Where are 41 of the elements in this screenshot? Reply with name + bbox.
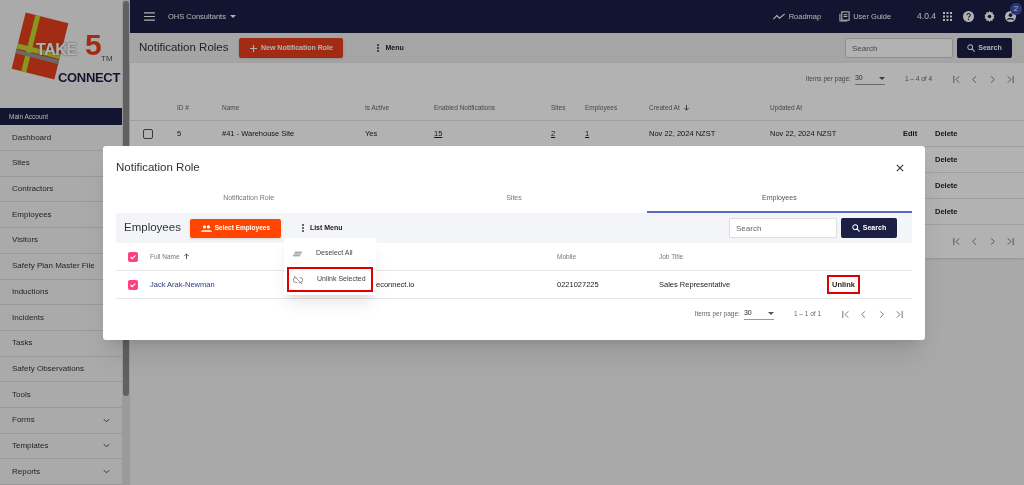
more-vertical-icon (301, 224, 304, 232)
menu-icon[interactable] (144, 12, 155, 21)
logo-numeral: 5 (85, 30, 102, 60)
settings-icon[interactable] (984, 11, 995, 22)
search-field[interactable]: Search (729, 218, 837, 238)
checkbox[interactable] (128, 279, 138, 290)
checkbox[interactable] (128, 251, 138, 262)
section-title: Employees (124, 220, 181, 236)
search-icon (851, 224, 860, 232)
page-title: Notification Roles (139, 40, 229, 56)
plus-icon (250, 44, 257, 52)
next-page-icon[interactable] (988, 236, 997, 246)
checkbox[interactable] (143, 128, 153, 139)
first-page-icon[interactable] (841, 309, 850, 319)
next-page-icon[interactable] (877, 309, 886, 319)
version-label: 4.0.4 (917, 10, 936, 23)
more-vertical-icon (377, 44, 380, 52)
search-icon (967, 44, 976, 52)
last-page-icon[interactable] (895, 309, 904, 319)
previous-page-icon[interactable] (859, 309, 868, 319)
people-icon (200, 224, 212, 232)
next-page-icon[interactable] (988, 74, 997, 84)
last-page-icon[interactable] (1006, 74, 1015, 84)
caret-down-icon (878, 76, 885, 80)
search-field[interactable]: Search (845, 38, 953, 58)
book-icon (839, 11, 851, 22)
first-page-icon[interactable] (952, 236, 961, 246)
first-page-icon[interactable] (952, 74, 961, 84)
help-icon[interactable] (963, 11, 974, 22)
link-off-icon (293, 275, 303, 284)
caret-down-icon (767, 311, 774, 315)
caret-down-icon (229, 15, 236, 18)
previous-page-icon[interactable] (970, 236, 979, 246)
lines-icon (293, 250, 302, 257)
logo-word: CONNECT (58, 69, 120, 87)
last-page-icon[interactable] (1006, 236, 1015, 246)
close-icon[interactable] (896, 164, 904, 172)
app-grid-icon[interactable] (943, 12, 952, 21)
previous-page-icon[interactable] (970, 74, 979, 84)
logo-trademark: TM (101, 55, 113, 63)
trend-line-icon (772, 13, 786, 20)
